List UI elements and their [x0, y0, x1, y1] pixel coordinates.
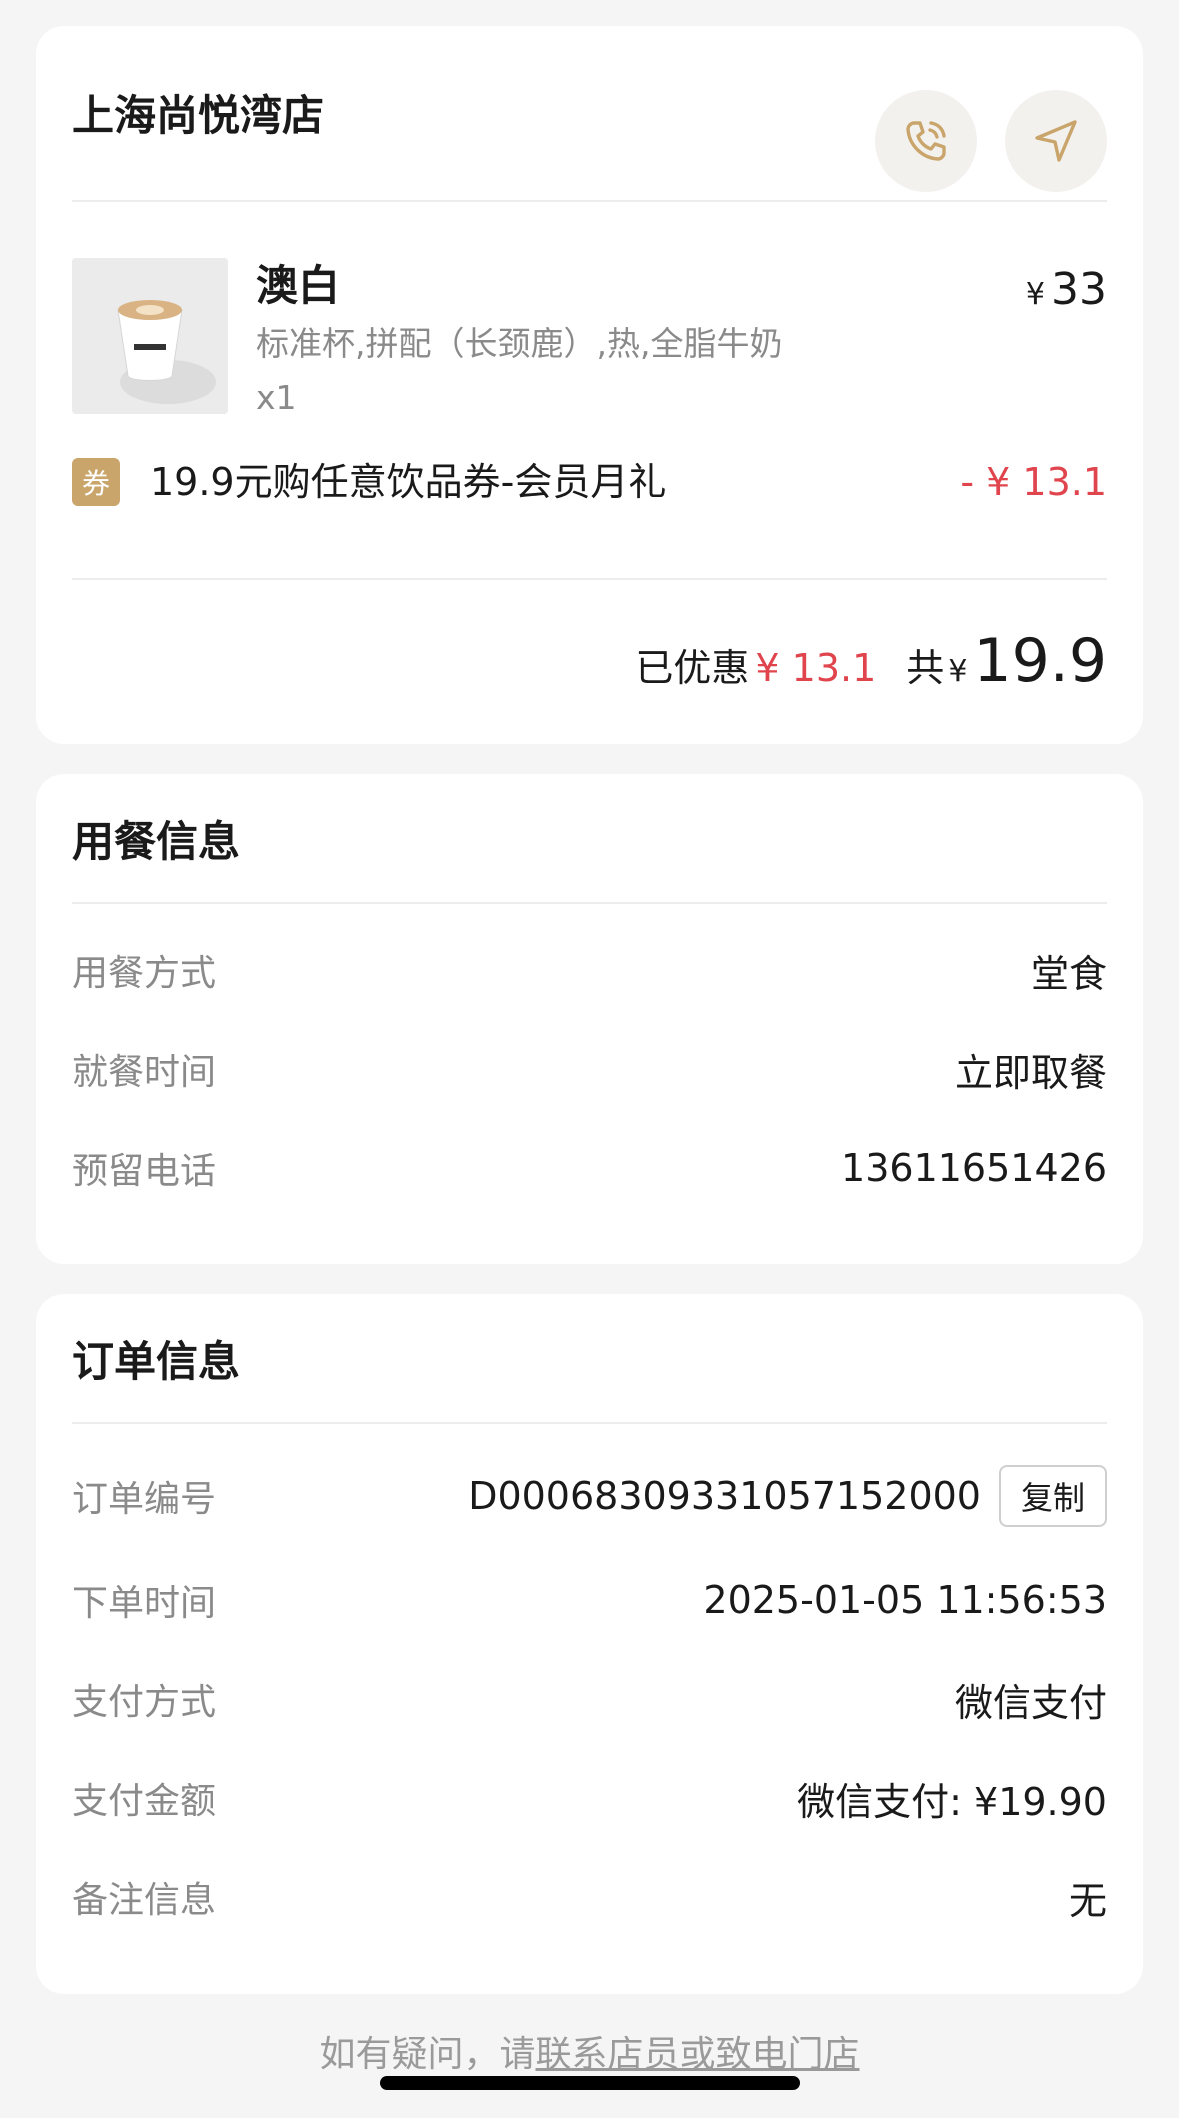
navigate-button[interactable]	[1005, 90, 1107, 192]
help-prefix: 如有疑问，请	[319, 2034, 536, 2075]
row-value: 无	[1068, 1878, 1107, 1923]
info-row: 用餐方式 堂食	[72, 942, 1107, 998]
currency-symbol: ¥	[1025, 277, 1045, 312]
total-value: 19.9	[973, 626, 1107, 696]
total-currency: ¥	[948, 654, 968, 689]
row-value: 2025-01-05 11:56:53	[703, 1578, 1107, 1622]
row-value: 立即取餐	[954, 1050, 1107, 1095]
coupon-icon: 券	[72, 458, 120, 506]
product-name: 澳白	[256, 261, 341, 310]
navigation-arrow-icon	[1035, 120, 1077, 162]
help-footer: 如有疑问，请联系店员或致电门店	[0, 2025, 1179, 2077]
product-image	[72, 258, 228, 414]
row-label: 预留电话	[72, 1151, 217, 1192]
discount-value: ¥ 13.1	[755, 646, 877, 690]
discount-label: 已优惠	[635, 646, 750, 690]
order-summary: 已优惠 ¥ 13.1 共 ¥ 19.9	[635, 626, 1107, 696]
info-row: 预留电话 13611651426	[72, 1140, 1107, 1196]
product-price: ¥33	[1026, 262, 1107, 323]
call-store-button[interactable]	[875, 90, 977, 192]
row-label: 订单编号	[72, 1479, 217, 1520]
divider	[72, 578, 1107, 580]
row-label: 用餐方式	[72, 953, 217, 994]
info-row: 就餐时间 立即取餐	[72, 1041, 1107, 1097]
price-value: 33	[1051, 264, 1107, 315]
row-value: 微信支付	[954, 1680, 1107, 1725]
total-label: 共	[906, 646, 945, 690]
home-indicator	[380, 2076, 800, 2090]
info-row: 支付方式 微信支付	[72, 1671, 1107, 1727]
info-row: 支付金额 微信支付: ¥19.90	[72, 1770, 1107, 1826]
contact-store-link[interactable]: 联系店员或致电门店	[536, 2034, 860, 2075]
row-value: 堂食	[1030, 951, 1107, 996]
row-value: 微信支付: ¥19.90	[797, 1779, 1107, 1824]
section-title: 订单信息	[72, 1337, 241, 1386]
order-number: D00068309331057152000 复制	[468, 1465, 1107, 1527]
coupon-amount: - ¥ 13.1	[960, 460, 1107, 504]
row-label: 就餐时间	[72, 1052, 217, 1093]
info-row: 下单时间 2025-01-05 11:56:53	[72, 1572, 1107, 1628]
product-spec: 标准杯,拼配（长颈鹿）,热,全脂牛奶	[256, 324, 783, 363]
phone-icon	[906, 121, 946, 161]
coupon-name: 19.9元购任意饮品券-会员月礼	[150, 460, 667, 504]
row-value: 13611651426	[841, 1146, 1107, 1190]
row-label: 备注信息	[72, 1880, 217, 1921]
divider	[72, 200, 1107, 202]
row-label: 下单时间	[72, 1583, 217, 1624]
dining-info-card: 用餐信息 用餐方式 堂食 就餐时间 立即取餐 预留电话 13611651426	[36, 774, 1143, 1264]
divider	[72, 1422, 1107, 1424]
section-title: 用餐信息	[72, 817, 241, 866]
product-quantity: x1	[256, 378, 297, 417]
copy-button[interactable]: 复制	[998, 1465, 1107, 1527]
row-label: 支付金额	[72, 1781, 217, 1822]
row-value: D00068309331057152000	[468, 1474, 981, 1518]
order-info-card: 订单信息 订单编号 D00068309331057152000 复制 下单时间 …	[36, 1294, 1143, 1994]
info-row: 订单编号 D00068309331057152000 复制	[72, 1464, 1107, 1528]
divider	[72, 902, 1107, 904]
row-label: 支付方式	[72, 1682, 217, 1723]
order-items-card: 上海尚悦湾店 澳白 标准杯,拼配（长颈鹿）,热,全脂牛奶 x1 ¥33 券 19…	[36, 26, 1143, 744]
info-row: 备注信息 无	[72, 1869, 1107, 1925]
